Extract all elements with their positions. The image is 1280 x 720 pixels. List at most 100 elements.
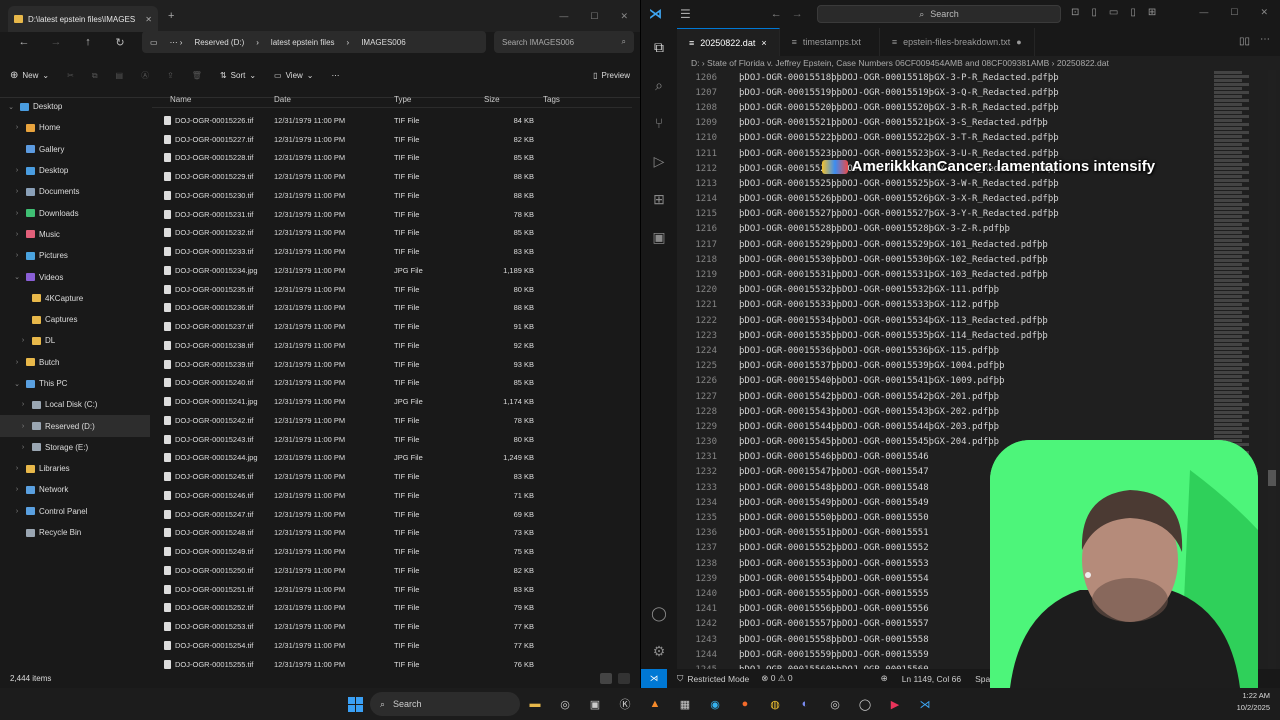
code-line[interactable]: 1229 þDOJ-OGR-00015544þþDOJ-OGR-00015544þ… [677,419,1207,434]
sort-button[interactable]: ⇅ Sort ⌄ [220,71,256,80]
file-row[interactable]: DOJ-OGR-00015250.tif 12/31/1979 11:00 PM T… [152,561,632,580]
explorer-icon[interactable]: ⧉ [641,28,677,66]
file-row[interactable]: DOJ-OGR-00015226.tif 12/31/1979 11:00 PM T… [152,111,632,130]
close-icon[interactable]: ✕ [620,11,628,22]
chevron-right-icon[interactable]: › [12,359,22,366]
column-size[interactable]: Size [484,95,500,104]
app-icon[interactable]: ◎ [550,690,580,718]
nav-item[interactable]: › Desktop [0,160,150,181]
column-name[interactable]: Name [170,95,191,104]
file-row[interactable]: DOJ-OGR-00015253.tif 12/31/1979 11:00 PM T… [152,617,632,636]
nav-item[interactable]: › Local Disk (C:) [0,394,150,415]
menu-icon[interactable]: ☰ [680,7,691,21]
share-icon[interactable]: ⇪ [167,71,174,80]
start-button-icon[interactable] [340,690,370,718]
app-icon[interactable]: Ⓚ [610,690,640,718]
address-bar[interactable]: ▭ ⋯ › Reserved (D:) › latest epstein fil… [142,31,486,53]
remote-explorer-icon[interactable]: ▣ [641,218,677,256]
chevron-right-icon[interactable]: › [12,508,22,515]
file-row[interactable]: DOJ-OGR-00015228.tif 12/31/1979 11:00 PM T… [152,149,632,168]
column-date[interactable]: Date [274,95,291,104]
chevron-right-icon[interactable]: › [12,210,22,217]
code-line[interactable]: 1226 þDOJ-OGR-00015540þþDOJ-OGR-00015541þ… [677,374,1207,389]
code-line[interactable]: 1220 þDOJ-OGR-00015532þþDOJ-OGR-00015532þ… [677,283,1207,298]
code-line[interactable]: 1224 þDOJ-OGR-00015536þþDOJ-OGR-00015536þ… [677,343,1207,358]
app-icon[interactable]: ▣ [580,690,610,718]
file-row[interactable]: DOJ-OGR-00015237.tif 12/31/1979 11:00 PM T… [152,317,632,336]
chevron-right-icon[interactable]: › [12,252,22,259]
code-line[interactable]: 1216 þDOJ-OGR-00015528þþDOJ-OGR-00015528þ… [677,222,1207,237]
nav-item[interactable]: › Home [0,117,150,138]
breadcrumb-drive[interactable]: Reserved (D:) [194,38,244,47]
forward-arrow-icon[interactable]: → [40,36,72,48]
cursor-position[interactable]: Ln 1149, Col 66 [902,674,961,684]
code-line[interactable]: 1217 þDOJ-OGR-00015529þþDOJ-OGR-00015529þ… [677,237,1207,252]
file-row[interactable]: DOJ-OGR-00015241.jpg 12/31/1979 11:00 PM J… [152,392,632,411]
file-row[interactable]: DOJ-OGR-00015240.tif 12/31/1979 11:00 PM T… [152,374,632,393]
toggle-panel-icon[interactable]: ▭ [1109,7,1118,18]
view-button[interactable]: ▭ View ⌄ [274,71,313,80]
code-line[interactable]: 1222 þDOJ-OGR-00015534þþDOJ-OGR-00015534þ… [677,313,1207,328]
file-row[interactable]: DOJ-OGR-00015243.tif 12/31/1979 11:00 PM T… [152,430,632,449]
nav-item[interactable]: › Storage (E:) [0,437,150,458]
up-arrow-icon[interactable]: ↑ [72,36,104,48]
close-tab-icon[interactable]: × [761,38,766,48]
chevron-right-icon[interactable]: › [18,444,28,451]
restricted-mode[interactable]: Restricted Mode [687,674,749,684]
new-tab-icon[interactable]: + [168,10,174,22]
breadcrumb-folder[interactable]: latest epstein files [271,38,335,47]
minimize-icon[interactable]: — [559,11,568,22]
app-icon[interactable]: ▦ [670,690,700,718]
nav-item[interactable]: › Music [0,224,150,245]
nav-item[interactable]: › Downloads [0,202,150,223]
editor-tab[interactable]: ≡ timestamps.txt [780,28,880,56]
edge-icon[interactable]: ◉ [700,690,730,718]
file-row[interactable]: DOJ-OGR-00015249.tif 12/31/1979 11:00 PM T… [152,542,632,561]
zoom-icon[interactable]: ⊕ [881,673,888,684]
nav-item[interactable]: › Pictures [0,245,150,266]
copy-icon[interactable]: ⧉ [92,71,98,81]
file-row[interactable]: DOJ-OGR-00015227.tif 12/31/1979 11:00 PM T… [152,130,632,149]
file-row[interactable]: DOJ-OGR-00015254.tif 12/31/1979 11:00 PM T… [152,636,632,655]
file-explorer-icon[interactable]: ▬ [520,690,550,718]
toggle-sidebar-icon[interactable]: ▯ [1091,7,1097,18]
column-type[interactable]: Type [394,95,411,104]
file-row[interactable]: DOJ-OGR-00015238.tif 12/31/1979 11:00 PM T… [152,336,632,355]
code-line[interactable]: 1218 þDOJ-OGR-00015530þþDOJ-OGR-00015530þ… [677,252,1207,267]
code-line[interactable]: 1225 þDOJ-OGR-00015537þþDOJ-OGR-00015539þ… [677,359,1207,374]
extensions-icon[interactable]: ⊞ [641,180,677,218]
chevron-down-icon[interactable]: ⌄ [6,103,16,111]
code-line[interactable]: 1207 þDOJ-OGR-00015519þþDOJ-OGR-00015519þ… [677,85,1207,100]
nav-item[interactable]: Recycle Bin [0,522,150,543]
copilot-icon[interactable]: ⊡ [1071,7,1079,18]
more-crumbs-icon[interactable]: ⋯ › [170,38,183,47]
chevron-right-icon[interactable]: › [12,231,22,238]
tiles-view-icon[interactable] [618,672,630,684]
nav-item[interactable]: › Reserved (D:) [0,415,150,437]
source-control-icon[interactable]: ⑂ [641,104,677,142]
app-icon[interactable]: ◎ [820,690,850,718]
rename-icon[interactable]: Ⓐ [141,70,149,81]
run-debug-icon[interactable]: ▷ [641,142,677,180]
explorer-tab[interactable]: D:\latest epstein files\IMAGES ✕ [8,6,158,32]
code-line[interactable]: 1219 þDOJ-OGR-00015531þþDOJ-OGR-00015531þ… [677,267,1207,282]
maximize-icon[interactable]: ☐ [590,11,598,22]
chevron-right-icon[interactable]: › [12,188,22,195]
code-line[interactable]: 1228 þDOJ-OGR-00015543þþDOJ-OGR-00015543þ… [677,404,1207,419]
command-center-search[interactable]: ⌕ Search [817,5,1061,23]
file-row[interactable]: DOJ-OGR-00015242.tif 12/31/1979 11:00 PM T… [152,411,632,430]
file-row[interactable]: DOJ-OGR-00015244.jpg 12/31/1979 11:00 PM J… [152,449,632,468]
chevron-right-icon[interactable]: › [12,167,22,174]
code-line[interactable]: 1206 þDOJ-OGR-00015518þþDOJ-OGR-00015518þ… [677,70,1207,85]
nav-item[interactable]: › Libraries [0,458,150,479]
close-icon[interactable]: ✕ [1260,7,1268,18]
code-line[interactable]: 1209 þDOJ-OGR-00015521þþDOJ-OGR-00015521þ… [677,116,1207,131]
nav-item[interactable]: 4KCapture [0,288,150,309]
nav-item[interactable]: › Documents [0,181,150,202]
search-icon[interactable]: ⌕ [641,66,677,104]
settings-gear-icon[interactable]: ⚙ [641,632,677,670]
remote-indicator-icon[interactable]: ⋊ [641,669,667,688]
file-row[interactable]: DOJ-OGR-00015235.tif 12/31/1979 11:00 PM T… [152,280,632,299]
chevron-right-icon[interactable]: › [18,401,28,408]
unsaved-dot-icon[interactable]: ● [1016,37,1021,47]
